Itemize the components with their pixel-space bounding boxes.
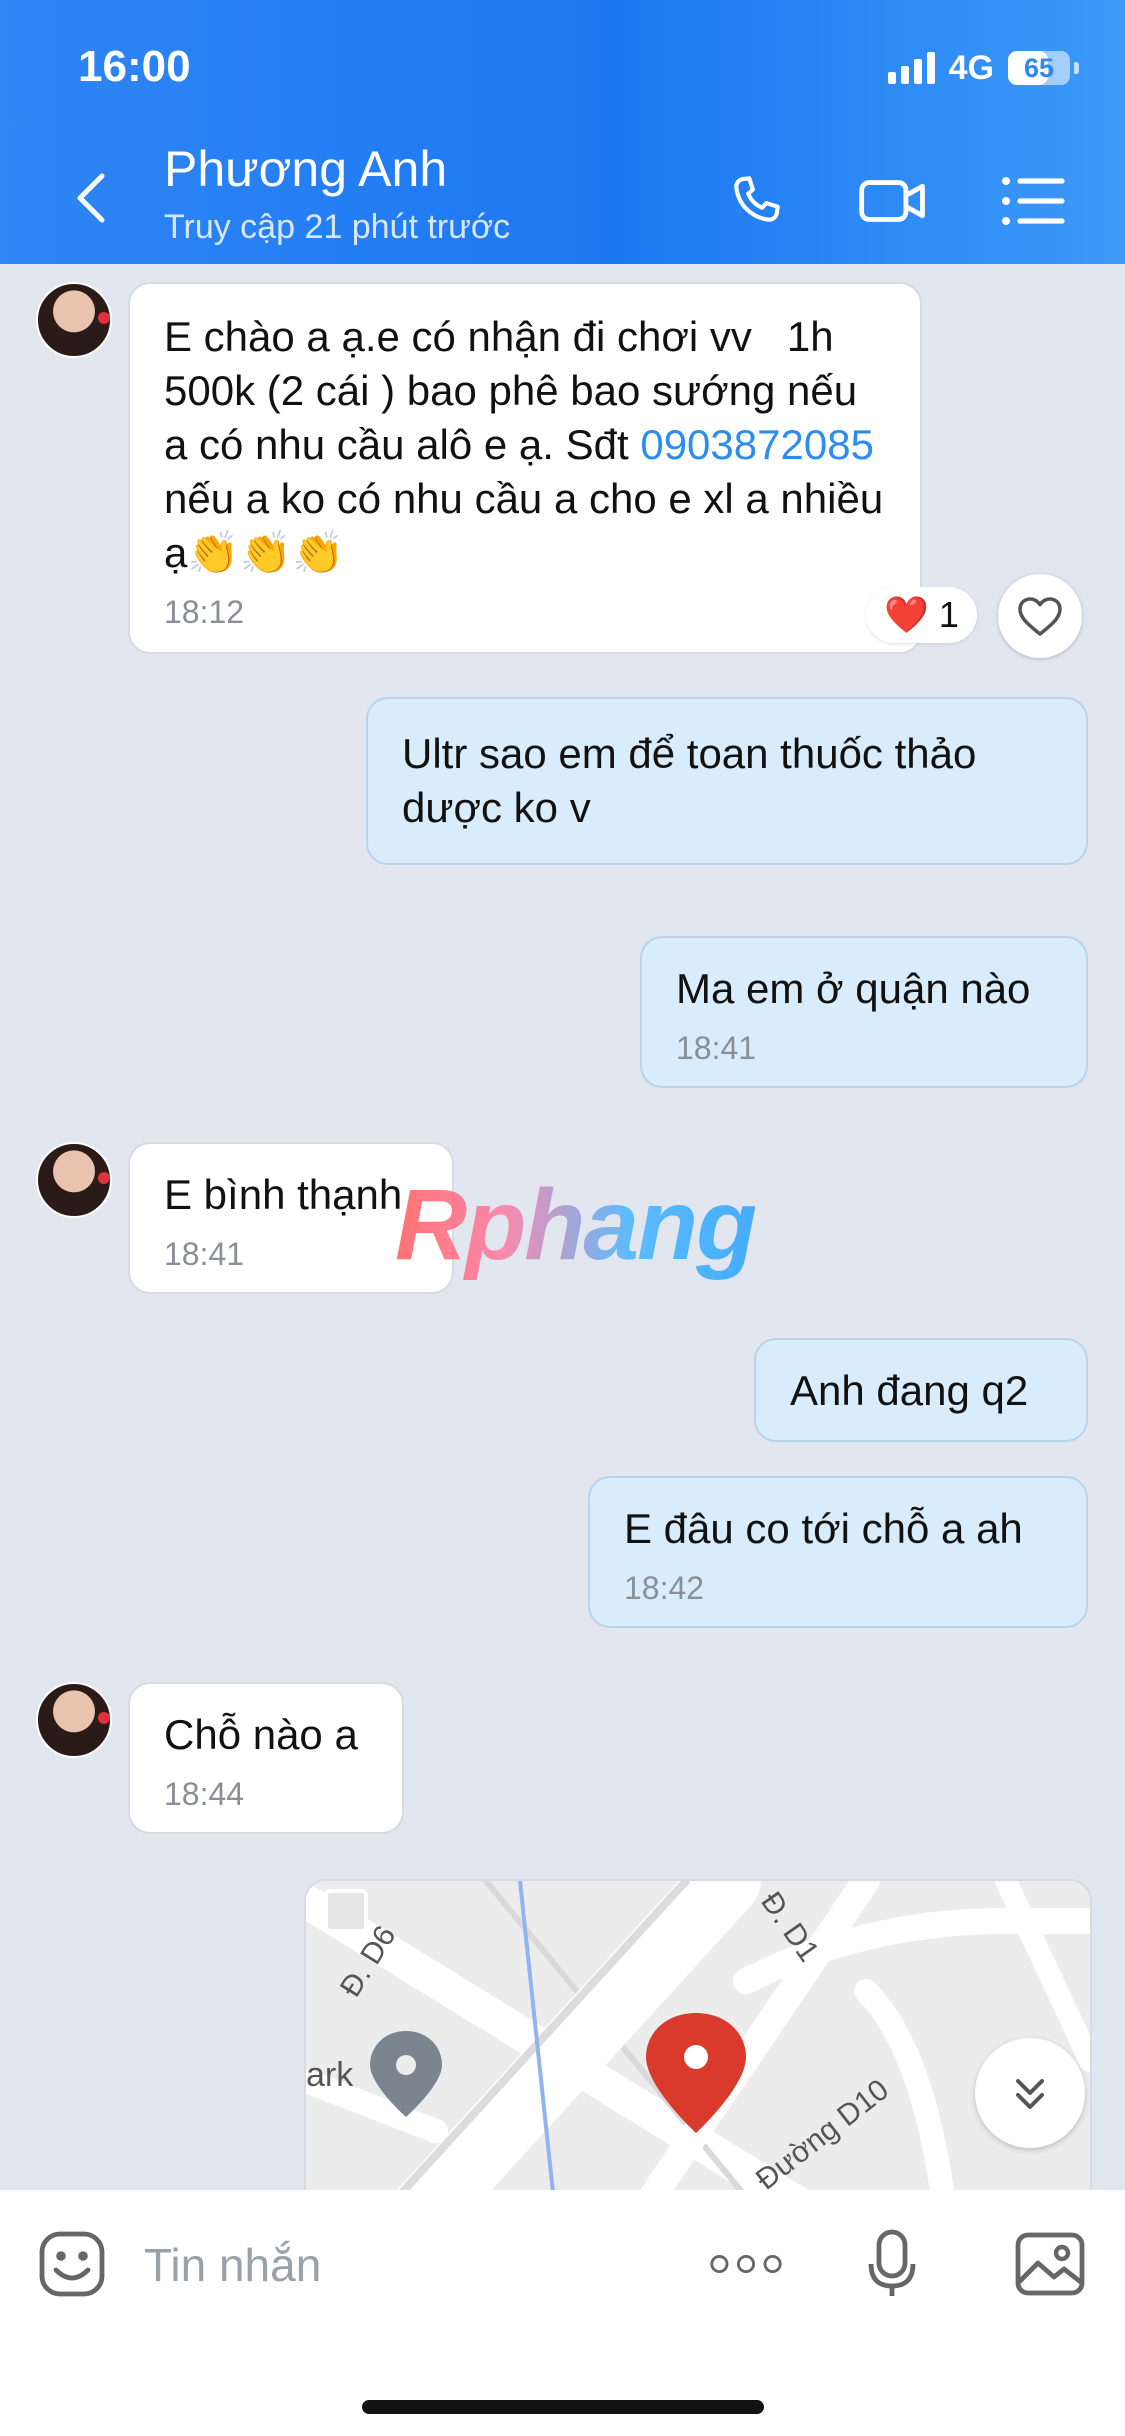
status-indicators: 4G 65	[887, 46, 1079, 90]
message-time: 18:41	[164, 1236, 245, 1272]
message-text: Anh đang q2	[790, 1367, 1029, 1414]
reaction-badge[interactable]: ❤️ 1	[866, 587, 977, 643]
message-text: E bình thạnh	[164, 1171, 403, 1218]
battery-level: 65	[1023, 52, 1055, 83]
message-text: Chỗ nào a	[164, 1711, 358, 1758]
heart-reaction-icon: ❤️	[884, 594, 929, 635]
message-bubble-outgoing[interactable]: Anh đang q2	[754, 1338, 1088, 1442]
location-map-card[interactable]: Đ. D6 Đ. D1 Đường D10 ark	[304, 1879, 1092, 2190]
back-button[interactable]	[60, 168, 120, 228]
avatar[interactable]	[36, 1682, 112, 1758]
more-options-button[interactable]	[708, 2226, 784, 2302]
phone-icon	[734, 176, 780, 222]
message-bubble-outgoing[interactable]: Ultr sao em để toan thuốc thảo dược ko v	[366, 697, 1088, 865]
video-call-button[interactable]	[858, 166, 928, 236]
voice-message-button[interactable]	[854, 2226, 930, 2302]
message-time: 18:42	[624, 1570, 705, 1606]
message-time: 18:12	[164, 594, 245, 630]
network-type: 4G	[948, 48, 994, 87]
chat-messages[interactable]: E chào a ạ.e có nhận đi chơi vv 1h 500k …	[0, 264, 1125, 2190]
contact-last-seen: Truy cập 21 phút trước	[164, 208, 511, 246]
message-bubble-incoming[interactable]: E chào a ạ.e có nhận đi chơi vv 1h 500k …	[128, 282, 922, 654]
message-time: 18:44	[164, 1776, 245, 1812]
watermark: Rphang	[395, 1169, 757, 1281]
back-arrow-icon	[77, 173, 105, 223]
heart-icon	[1018, 597, 1062, 636]
message-bubble-incoming[interactable]: Chỗ nào a 18:44	[128, 1682, 404, 1834]
emoji-button[interactable]	[34, 2226, 110, 2302]
contact-name[interactable]: Phương Anh	[164, 140, 447, 198]
more-dots-icon	[710, 2254, 782, 2274]
chat-options-button[interactable]	[998, 166, 1068, 236]
message-bubble-outgoing[interactable]: E đâu co tới chỗ a ah 18:42	[588, 1476, 1088, 1628]
signal-icon	[887, 52, 935, 84]
message-time: 18:41	[676, 1030, 757, 1066]
microphone-icon	[868, 2229, 916, 2296]
send-image-button[interactable]	[1012, 2226, 1088, 2302]
chat-header: 16:00 4G 65 Phương Anh Truy cập 21 phút …	[0, 0, 1125, 264]
message-input[interactable]	[142, 2234, 666, 2296]
avatar[interactable]	[36, 282, 112, 358]
message-text: E đâu co tới chỗ a ah	[624, 1505, 1023, 1552]
message-text: Ma em ở quận nào	[676, 965, 1031, 1012]
emoji-icon	[39, 2231, 105, 2297]
phone-number-link[interactable]: 0903872085	[640, 421, 874, 468]
message-bubble-outgoing[interactable]: Ma em ở quận nào 18:41	[640, 936, 1088, 1088]
battery-icon: 65	[1008, 51, 1070, 85]
menu-list-icon	[1002, 177, 1065, 225]
home-indicator[interactable]	[362, 2400, 764, 2414]
map-image: Đ. D6 Đ. D1 Đường D10 ark	[306, 1881, 1090, 2190]
voice-call-button[interactable]	[722, 166, 792, 236]
message-text: E chào a ạ.e có nhận đi chơi vv 1h 500k …	[164, 313, 898, 576]
message-text: Ultr sao em để toan thuốc thảo dược ko v	[402, 730, 989, 831]
reaction-count: 1	[938, 594, 959, 635]
image-gallery-icon	[1015, 2232, 1085, 2296]
scroll-to-bottom-button[interactable]	[975, 2038, 1085, 2148]
chevron-double-down-icon	[1016, 2079, 1044, 2109]
video-call-icon	[859, 180, 925, 222]
map-label-park: ark	[306, 2056, 354, 2094]
status-time: 16:00	[78, 42, 191, 91]
avatar[interactable]	[36, 1142, 112, 1218]
react-button[interactable]	[998, 574, 1082, 658]
